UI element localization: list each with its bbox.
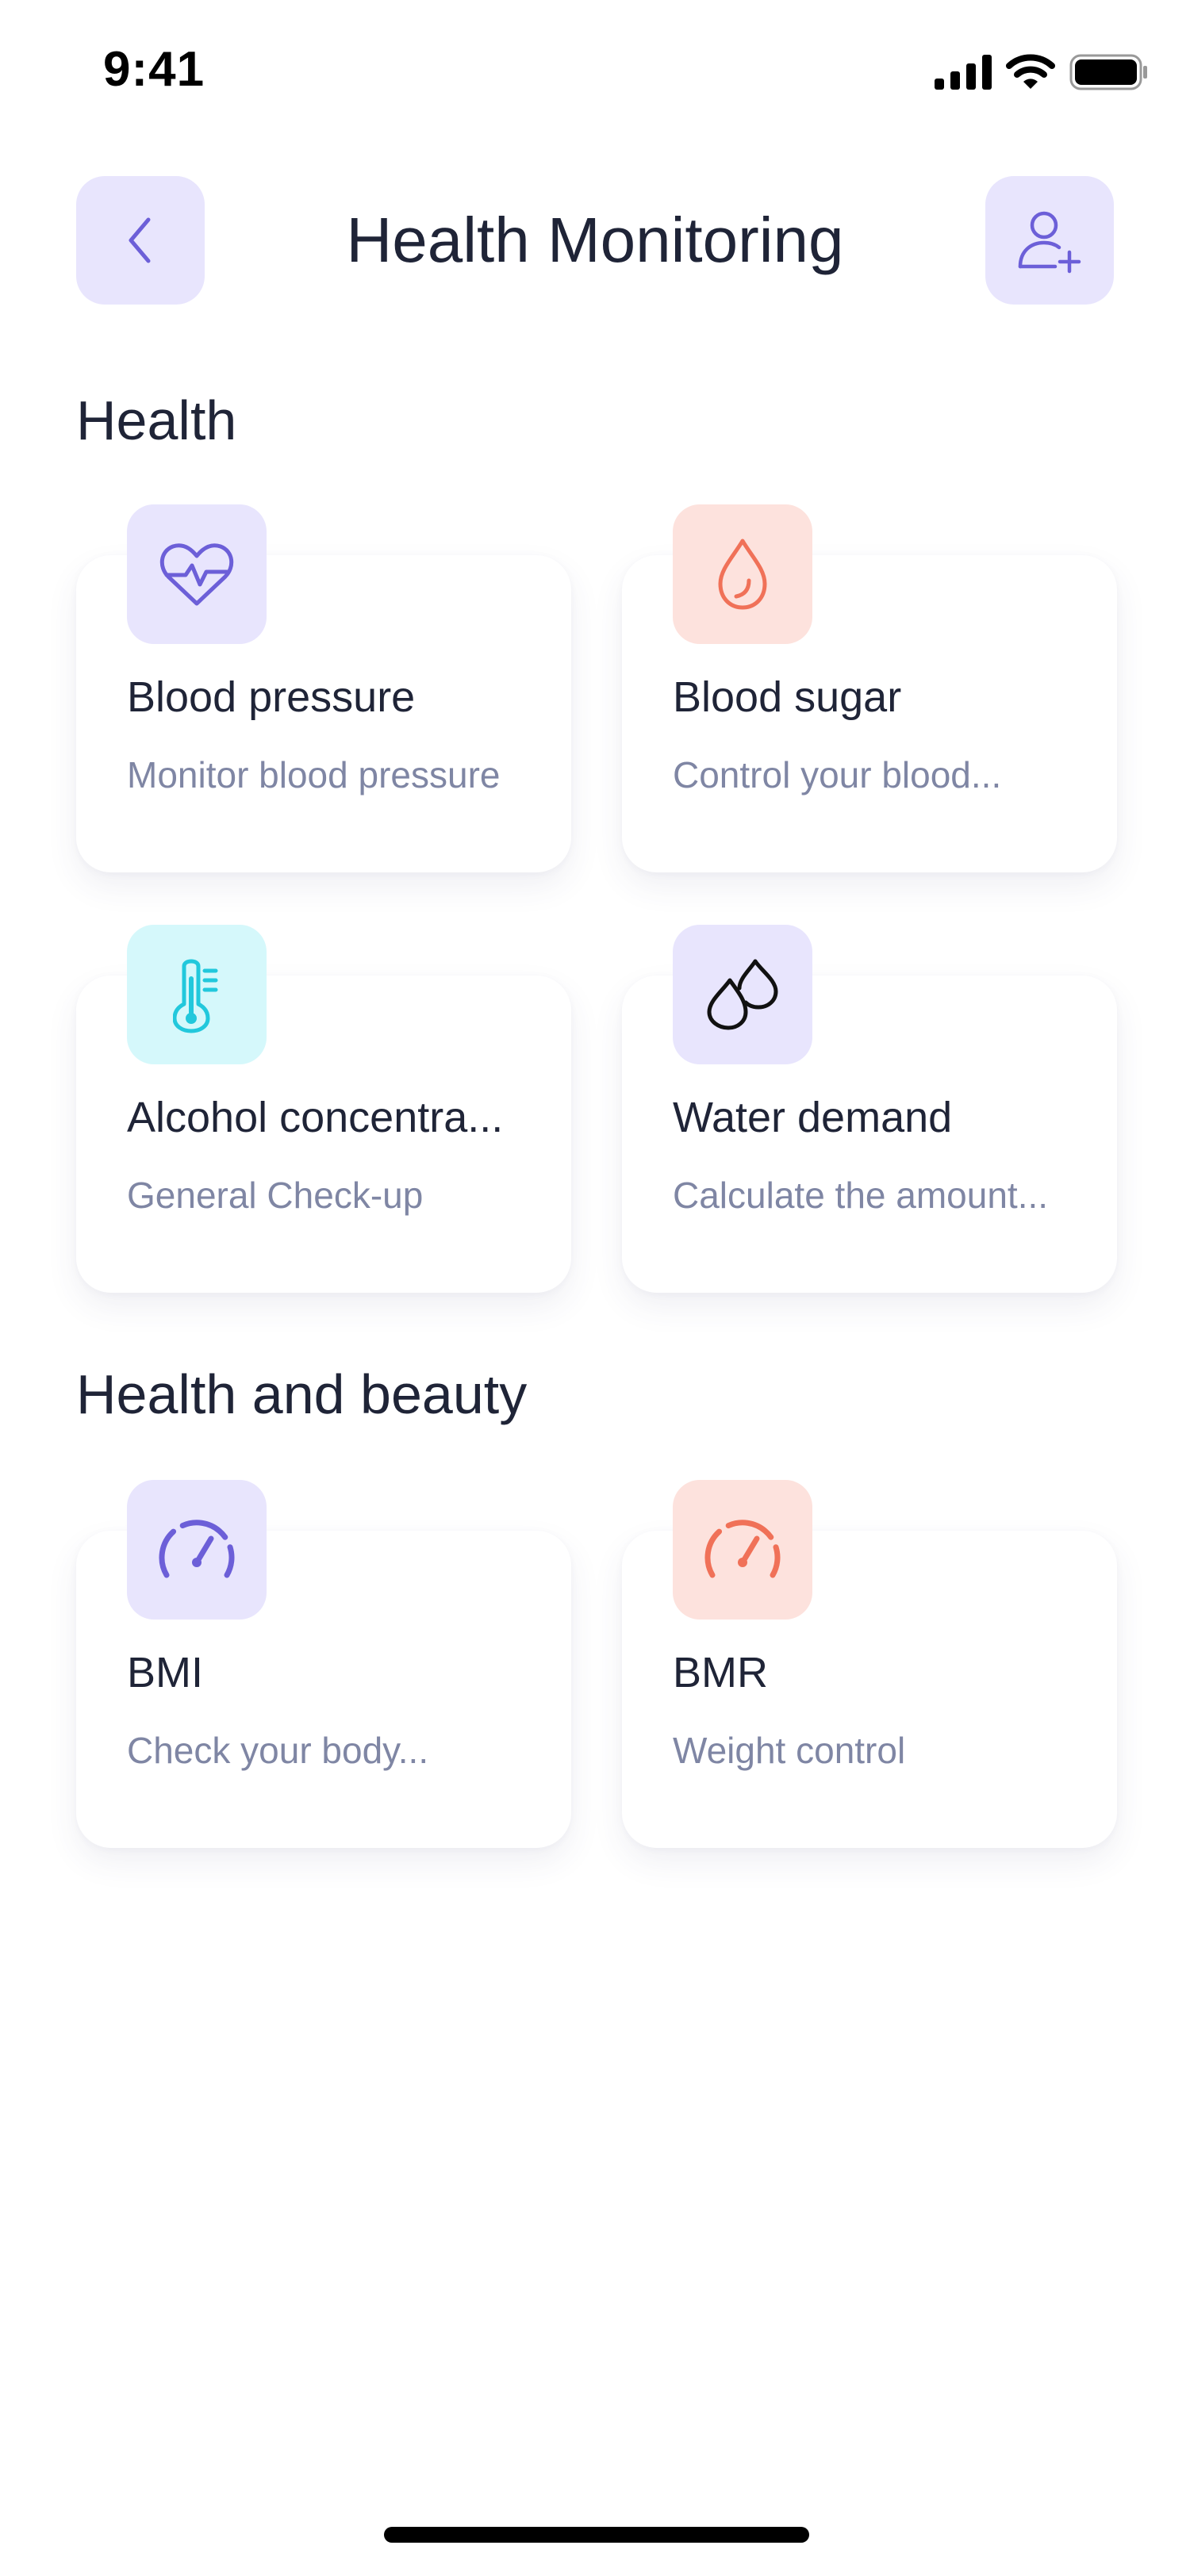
- card-alcohol-concentration[interactable]: Alcohol concentra... General Check-up: [76, 925, 571, 1293]
- heart-pulse-icon: [159, 543, 234, 606]
- card-icon-bg: [127, 1480, 267, 1620]
- status-icons: [935, 54, 1149, 90]
- card-title: Blood sugar: [673, 673, 902, 721]
- card-icon-bg: [673, 504, 812, 644]
- card-title: BMI: [127, 1649, 204, 1696]
- header: Health Monitoring: [0, 176, 1190, 305]
- gauge-icon: [159, 1520, 235, 1578]
- card-water-demand[interactable]: Water demand Calculate the amount...: [622, 925, 1117, 1293]
- card-blood-pressure[interactable]: Blood pressure Monitor blood pressure: [76, 504, 571, 872]
- card-icon-bg: [127, 925, 267, 1064]
- add-user-button[interactable]: [985, 176, 1114, 305]
- section-title-health-and-beauty: Health and beauty: [76, 1363, 528, 1425]
- status-time: 9:41: [103, 42, 205, 97]
- section-title-health: Health: [76, 389, 237, 451]
- card-title: Water demand: [673, 1094, 953, 1141]
- card-subtitle: Monitor blood pressure: [127, 754, 501, 795]
- card-title: Blood pressure: [127, 673, 416, 721]
- card-bmr[interactable]: BMR Weight control: [622, 1480, 1117, 1848]
- card-title: Alcohol concentra...: [127, 1094, 504, 1141]
- add-user-icon: [1018, 211, 1081, 274]
- status-bar: 9:41: [0, 0, 1190, 143]
- water-drops-icon: [707, 959, 778, 1030]
- drop-icon: [718, 539, 767, 610]
- card-subtitle: Control your blood...: [673, 754, 1002, 795]
- gauge-icon: [704, 1520, 781, 1578]
- card-icon-bg: [673, 1480, 812, 1620]
- card-icon-bg: [127, 504, 267, 644]
- card-subtitle: Weight control: [673, 1730, 906, 1771]
- card-icon-bg: [673, 925, 812, 1064]
- battery-icon: [1069, 54, 1147, 90]
- card-bmi[interactable]: BMI Check your body...: [76, 1480, 571, 1848]
- card-subtitle: Calculate the amount...: [673, 1175, 1049, 1216]
- thermometer-icon: [173, 959, 218, 1033]
- signal-icon: [935, 55, 992, 90]
- card-subtitle: General Check-up: [127, 1175, 424, 1216]
- card-blood-sugar[interactable]: Blood sugar Control your blood...: [622, 504, 1117, 872]
- card-title: BMR: [673, 1649, 768, 1696]
- wifi-icon: [1006, 54, 1055, 89]
- card-subtitle: Check your body...: [127, 1730, 429, 1771]
- home-indicator[interactable]: [384, 2527, 809, 2543]
